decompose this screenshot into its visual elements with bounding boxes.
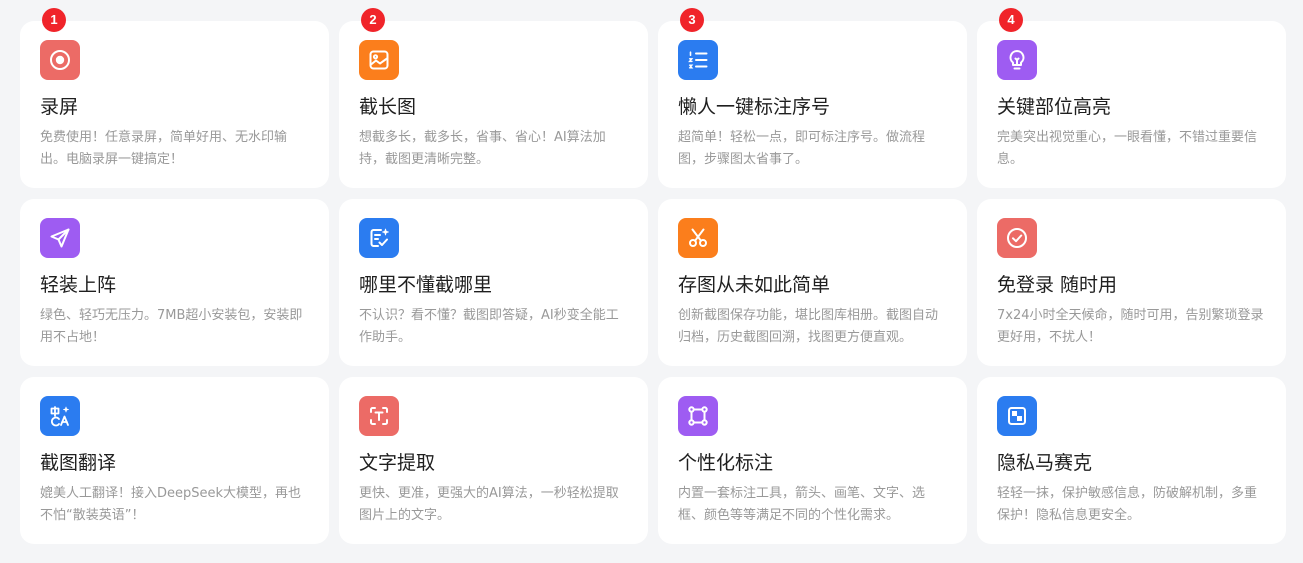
- feature-card-long-screenshot[interactable]: 2 截长图 想截多长，截多长，省事、省心！AI算法加持，截图更清晰完整。: [339, 8, 648, 188]
- feature-card-lightweight[interactable]: 轻装上阵 绿色、轻巧无压力。7MB超小安装包，安装即用不占地！: [20, 199, 329, 366]
- feature-description: 媲美人工翻译！接入DeepSeek大模型，再也不怕“散装英语”！: [40, 486, 302, 523]
- paper-plane-icon: [40, 218, 80, 258]
- step-badge: 4: [999, 8, 1023, 32]
- text-extract-icon: [359, 396, 399, 436]
- feature-title: 懒人一键标注序号: [678, 96, 831, 118]
- feature-description: 想截多长，截多长，省事、省心！AI算法加持，截图更清晰完整。: [359, 130, 606, 167]
- lightbulb-icon: [997, 40, 1037, 80]
- feature-description: 内置一套标注工具，箭头、画笔、文字、选框、颜色等等满足不同的个性化需求。: [678, 486, 926, 523]
- feature-title: 截长图: [359, 96, 417, 118]
- feature-description: 绿色、轻巧无压力。7MB超小安装包，安装即用不占地！: [40, 308, 303, 345]
- feature-title: 截图翻译: [40, 452, 117, 474]
- feature-card-numbering[interactable]: 3 懒人一键标注序号 超简单！轻松一点，即可标注序号。做流程图，步骤图太省事了。: [658, 8, 967, 188]
- numbered-list-icon: [678, 40, 718, 80]
- selection-box-icon: [678, 396, 718, 436]
- feature-title: 哪里不懂截哪里: [359, 274, 493, 296]
- translate-icon: [40, 396, 80, 436]
- ai-note-icon: [359, 218, 399, 258]
- feature-title: 轻装上阵: [40, 274, 117, 296]
- step-badge: 2: [361, 8, 385, 32]
- feature-card-ai-qa[interactable]: 哪里不懂截哪里 不认识？看不懂？截图即答疑，AI秒变全能工作助手。: [339, 199, 648, 366]
- feature-card-save-images[interactable]: 存图从未如此简单 创新截图保存功能，堪比图库相册。截图自动归档，历史截图回溯，找…: [658, 199, 967, 366]
- feature-description: 轻轻一抹，保护敏感信息，防破解机制，多重保护！隐私信息更安全。: [997, 486, 1258, 523]
- feature-title: 关键部位高亮: [997, 96, 1112, 118]
- step-badge: 3: [680, 8, 704, 32]
- feature-description: 超简单！轻松一点，即可标注序号。做流程图，步骤图太省事了。: [678, 130, 926, 167]
- feature-card-mosaic[interactable]: 隐私马赛克 轻轻一抹，保护敏感信息，防破解机制，多重保护！隐私信息更安全。: [977, 377, 1286, 544]
- feature-card-record[interactable]: 1 录屏 免费使用！任意录屏，简单好用、无水印输出。电脑录屏一键搞定！: [20, 8, 329, 188]
- feature-title: 隐私马赛克: [997, 452, 1093, 474]
- feature-description: 免费使用！任意录屏，简单好用、无水印输出。电脑录屏一键搞定！: [40, 130, 288, 167]
- feature-title: 录屏: [40, 96, 79, 118]
- mosaic-icon: [997, 396, 1037, 436]
- feature-title: 个性化标注: [678, 452, 774, 474]
- feature-card-custom-annotation[interactable]: 个性化标注 内置一套标注工具，箭头、画笔、文字、选框、颜色等等满足不同的个性化需…: [658, 377, 967, 544]
- feature-description: 创新截图保存功能，堪比图库相册。截图自动归档，历史截图回溯，找图更方便直观。: [678, 308, 939, 345]
- feature-card-highlight[interactable]: 4 关键部位高亮 完美突出视觉重心，一眼看懂，不错过重要信息。: [977, 8, 1286, 188]
- feature-card-text-extract[interactable]: 文字提取 更快、更准，更强大的AI算法，一秒轻松提取图片上的文字。: [339, 377, 648, 544]
- feature-title: 文字提取: [359, 452, 436, 474]
- check-circle-icon: [997, 218, 1037, 258]
- feature-description: 7x24小时全天候命，随时可用，告别繁琐登录更好用，不扰人！: [997, 308, 1264, 345]
- feature-description: 不认识？看不懂？截图即答疑，AI秒变全能工作助手。: [359, 308, 619, 345]
- feature-description: 更快、更准，更强大的AI算法，一秒轻松提取图片上的文字。: [359, 486, 619, 523]
- record-icon: [40, 40, 80, 80]
- feature-description: 完美突出视觉重心，一眼看懂，不错过重要信息。: [997, 130, 1258, 167]
- feature-grid: 1 录屏 免费使用！任意录屏，简单好用、无水印输出。电脑录屏一键搞定！ 2 截长…: [20, 8, 1286, 544]
- feature-title: 存图从未如此简单: [678, 274, 831, 296]
- feature-card-translate[interactable]: 截图翻译 媲美人工翻译！接入DeepSeek大模型，再也不怕“散装英语”！: [20, 377, 329, 544]
- feature-title: 免登录 随时用: [997, 274, 1118, 296]
- scissors-icon: [678, 218, 718, 258]
- long-screenshot-icon: [359, 40, 399, 80]
- step-badge: 1: [42, 8, 66, 32]
- feature-card-no-login[interactable]: 免登录 随时用 7x24小时全天候命，随时可用，告别繁琐登录更好用，不扰人！: [977, 199, 1286, 366]
